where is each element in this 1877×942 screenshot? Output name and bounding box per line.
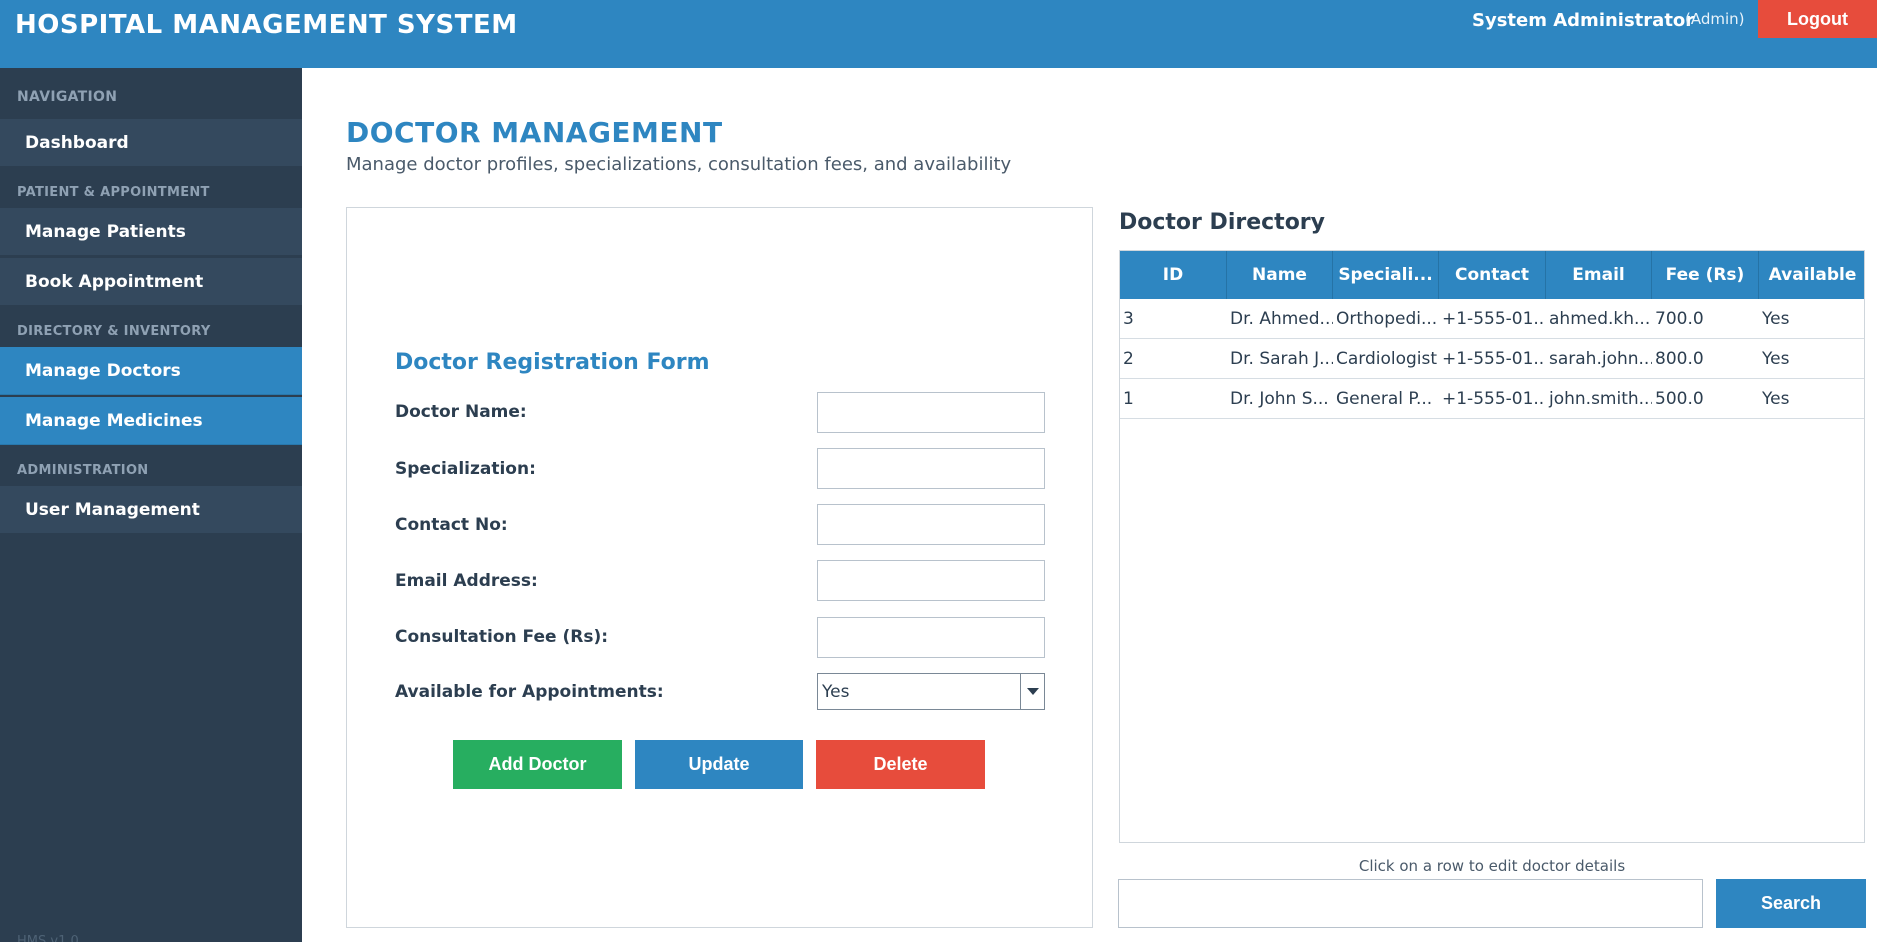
table-header: ID Name Speciali... Contact Email Fee (R… — [1120, 251, 1864, 299]
delete-button[interactable]: Delete — [816, 740, 985, 789]
cell-available: Yes — [1762, 349, 1790, 369]
page-title: DOCTOR MANAGEMENT — [346, 116, 723, 149]
update-button[interactable]: Update — [635, 740, 803, 789]
sidebar-item-manage-medicines[interactable]: Manage Medicines — [0, 397, 302, 445]
cell-email: sarah.john... — [1549, 349, 1652, 369]
doctor-name-input[interactable] — [817, 392, 1045, 433]
doctor-table: ID Name Speciali... Contact Email Fee (R… — [1119, 250, 1865, 843]
app-title: HOSPITAL MANAGEMENT SYSTEM — [15, 10, 518, 40]
sidebar-item-book-appointment[interactable]: Book Appointment — [0, 258, 302, 306]
cell-specialization: Cardiologist — [1336, 349, 1438, 369]
available-select[interactable]: Yes — [817, 673, 1045, 710]
add-doctor-button[interactable]: Add Doctor — [453, 740, 622, 789]
cell-name: Dr. Ahmed... — [1230, 309, 1333, 329]
nav-section-administration: ADMINISTRATION — [17, 463, 149, 478]
column-header-specialization[interactable]: Speciali... — [1333, 251, 1439, 299]
cell-contact: +1-555-01... — [1442, 389, 1546, 409]
cell-available: Yes — [1762, 389, 1790, 409]
sidebar-item-manage-doctors[interactable]: Manage Doctors — [0, 347, 302, 395]
table-row[interactable]: 2 Dr. Sarah J... Cardiologist +1-555-01.… — [1120, 339, 1864, 379]
sidebar-item-dashboard[interactable]: Dashboard — [0, 119, 302, 167]
specialization-input[interactable] — [817, 448, 1045, 489]
cell-specialization: Orthopedi... — [1336, 309, 1438, 329]
column-header-email[interactable]: Email — [1546, 251, 1652, 299]
table-row[interactable]: 1 Dr. John S... General P... +1-555-01..… — [1120, 379, 1864, 419]
search-button[interactable]: Search — [1716, 879, 1866, 928]
cell-name: Dr. John S... — [1230, 389, 1329, 409]
sidebar-item-user-management[interactable]: User Management — [0, 486, 302, 534]
nav-section-navigation: NAVIGATION — [17, 89, 118, 105]
table-row[interactable]: 3 Dr. Ahmed... Orthopedi... +1-555-01...… — [1120, 299, 1864, 339]
cell-available: Yes — [1762, 309, 1790, 329]
form-title: Doctor Registration Form — [395, 350, 710, 375]
cell-id: 2 — [1123, 349, 1134, 369]
cell-specialization: General P... — [1336, 389, 1433, 409]
fee-label: Consultation Fee (Rs): — [395, 627, 609, 647]
nav-section-patient: PATIENT & APPOINTMENT — [17, 185, 210, 200]
cell-id: 3 — [1123, 309, 1134, 329]
cell-contact: +1-555-01... — [1442, 309, 1546, 329]
available-label: Available for Appointments: — [395, 682, 664, 702]
available-select-value: Yes — [822, 682, 850, 702]
doctor-name-label: Doctor Name: — [395, 402, 527, 422]
fee-input[interactable] — [817, 617, 1045, 658]
contact-label: Contact No: — [395, 515, 508, 535]
cell-email: ahmed.kh... — [1549, 309, 1651, 329]
sidebar: NAVIGATION Dashboard PATIENT & APPOINTME… — [0, 68, 302, 942]
cell-name: Dr. Sarah J... — [1230, 349, 1333, 369]
logout-button[interactable]: Logout — [1758, 0, 1877, 38]
sidebar-item-manage-patients[interactable]: Manage Patients — [0, 208, 302, 256]
nav-section-directory: DIRECTORY & INVENTORY — [17, 324, 211, 339]
cell-fee: 700.0 — [1655, 309, 1704, 329]
specialization-label: Specialization: — [395, 459, 536, 479]
current-user-role: (Admin) — [1685, 10, 1745, 28]
column-header-available[interactable]: Available — [1759, 251, 1864, 299]
column-header-id[interactable]: ID — [1120, 251, 1227, 299]
version-label: HMS v1.0 — [17, 934, 79, 942]
search-input[interactable] — [1118, 879, 1703, 928]
chevron-down-icon[interactable] — [1020, 674, 1044, 709]
column-header-name[interactable]: Name — [1227, 251, 1333, 299]
page-subtitle: Manage doctor profiles, specializations,… — [346, 154, 1012, 175]
column-header-contact[interactable]: Contact — [1439, 251, 1546, 299]
directory-title: Doctor Directory — [1119, 210, 1325, 235]
cell-fee: 500.0 — [1655, 389, 1704, 409]
current-user-name: System Administrator — [1472, 10, 1695, 31]
contact-input[interactable] — [817, 504, 1045, 545]
top-header: HOSPITAL MANAGEMENT SYSTEM System Admini… — [0, 0, 1877, 68]
table-hint: Click on a row to edit doctor details — [1358, 857, 1626, 875]
cell-id: 1 — [1123, 389, 1134, 409]
cell-fee: 800.0 — [1655, 349, 1704, 369]
column-header-fee[interactable]: Fee (Rs) — [1652, 251, 1759, 299]
email-input[interactable] — [817, 560, 1045, 601]
email-label: Email Address: — [395, 571, 538, 591]
cell-email: john.smith... — [1549, 389, 1652, 409]
cell-contact: +1-555-01... — [1442, 349, 1546, 369]
